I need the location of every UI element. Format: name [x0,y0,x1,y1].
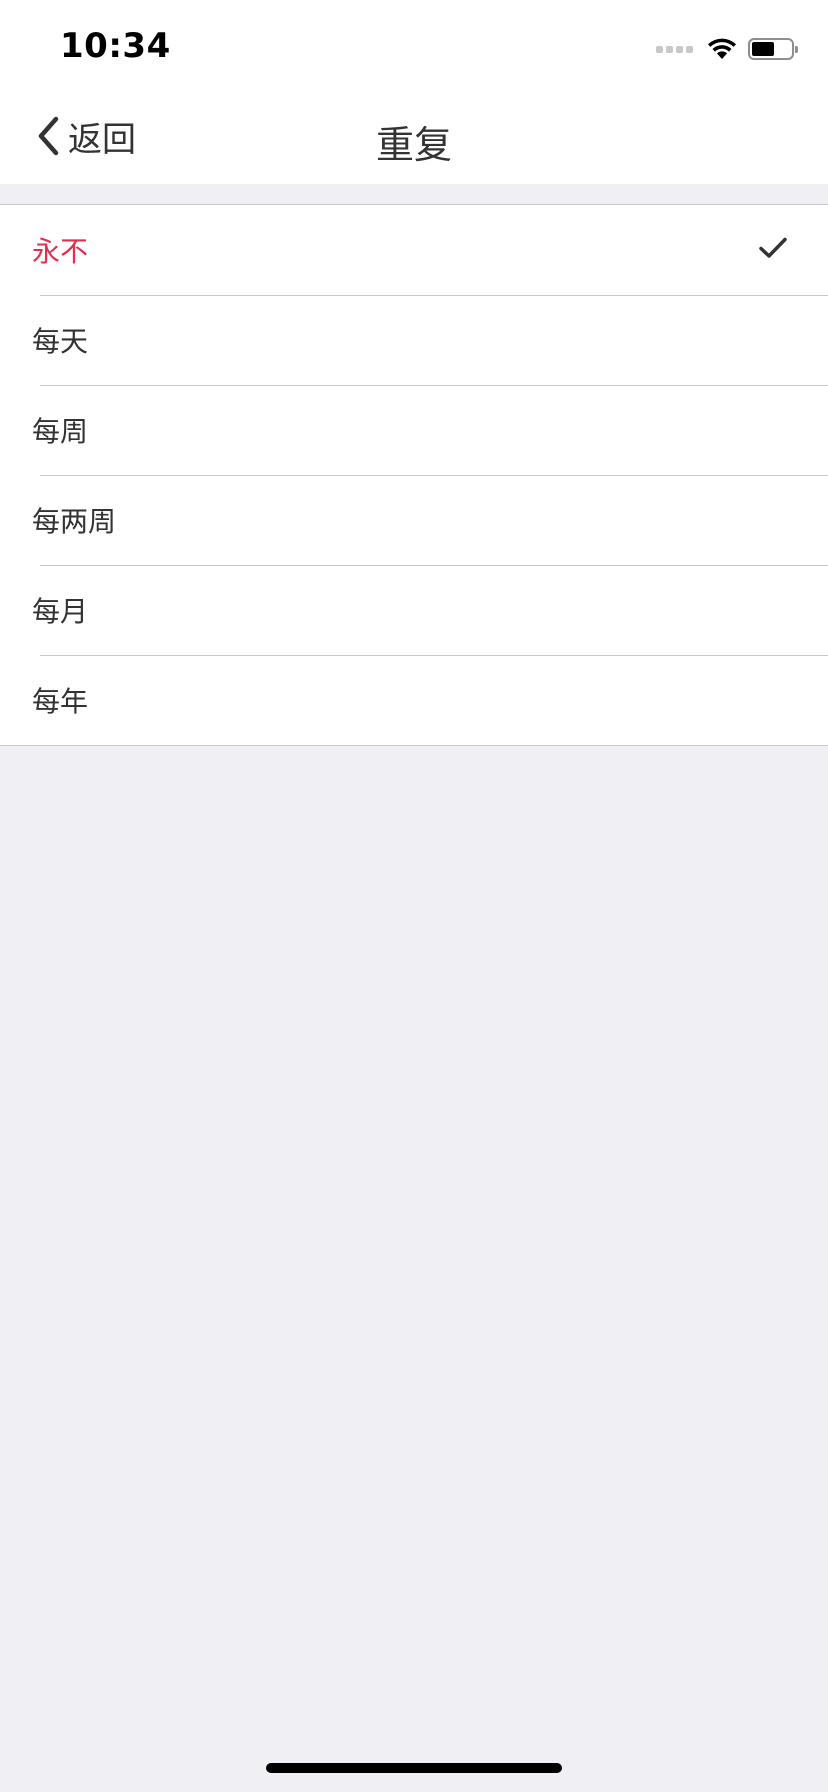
option-label: 每月 [32,595,89,628]
status-time: 10:34 [60,26,171,66]
page-title: 重复 [375,123,452,167]
repeat-option-daily[interactable]: 每天 [0,295,828,385]
repeat-option-monthly[interactable]: 每月 [0,565,828,655]
checkmark-icon [759,237,787,258]
repeat-option-biweekly[interactable]: 每两周 [0,475,828,565]
navigation-bar: 返回 重复 [0,90,828,184]
repeat-option-yearly[interactable]: 每年 [0,655,828,745]
option-label: 每年 [32,685,89,718]
signal-icon [656,45,696,53]
wifi-icon [708,38,736,59]
repeat-option-weekly[interactable]: 每周 [0,385,828,475]
option-label: 每两周 [32,505,117,538]
repeat-option-never[interactable]: 永不 [0,205,828,295]
status-icons [656,34,798,64]
repeat-options-list: 永不 每天 每周 每两周 每月 每年 [0,204,828,746]
option-label: 永不 [32,235,89,268]
option-label: 每天 [32,325,89,358]
option-label: 每周 [32,415,89,448]
battery-icon [748,38,798,60]
home-indicator [266,1763,562,1773]
status-bar: 10:34 [0,0,828,90]
